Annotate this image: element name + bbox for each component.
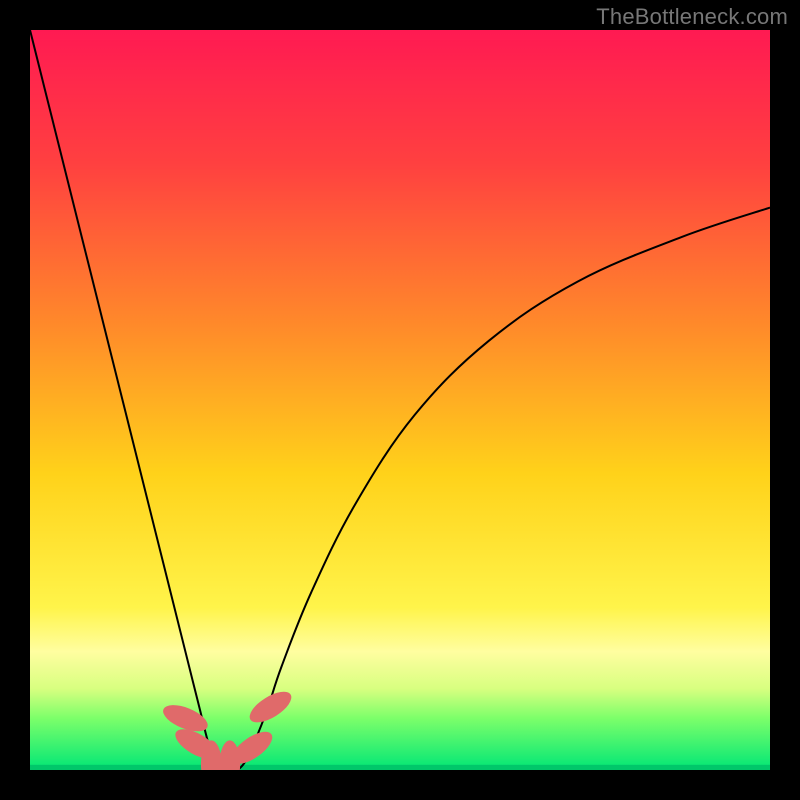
chart-frame: TheBottleneck.com xyxy=(0,0,800,800)
bottleneck-curve xyxy=(30,30,770,770)
watermark-text: TheBottleneck.com xyxy=(596,4,788,30)
plot-area xyxy=(30,30,770,770)
chart-svg xyxy=(30,30,770,770)
optimal-marker xyxy=(245,686,296,729)
baseline xyxy=(30,765,770,770)
